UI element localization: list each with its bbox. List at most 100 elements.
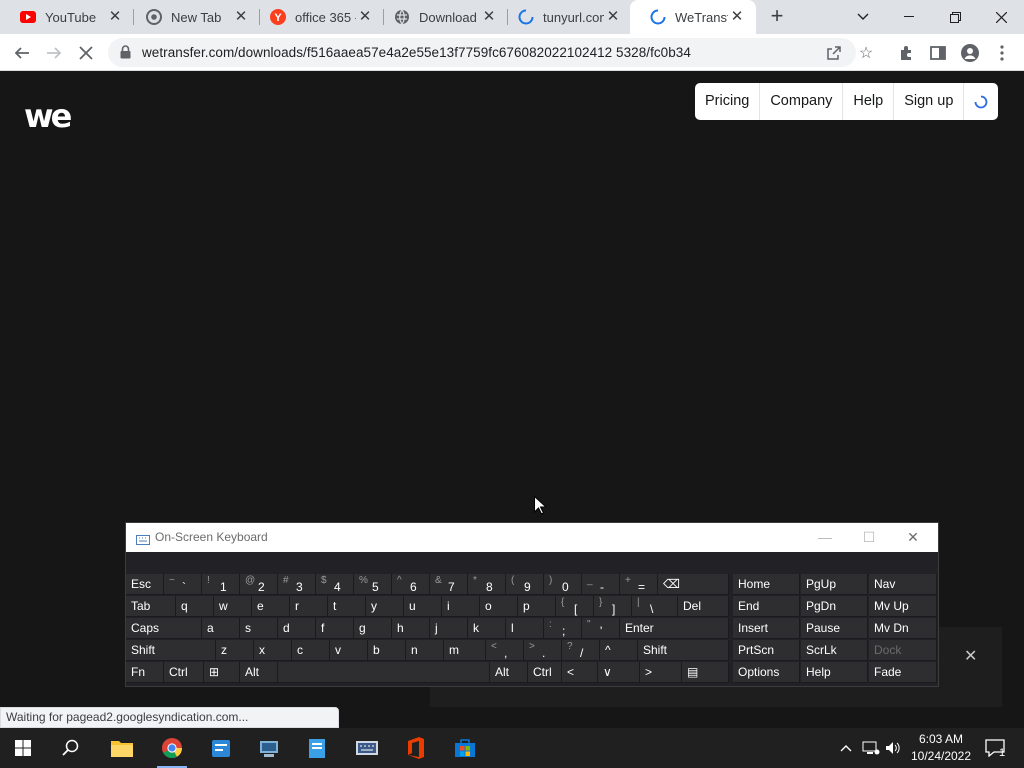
osk-key-7[interactable]: & 7 — [430, 574, 468, 595]
forward-button[interactable] — [41, 40, 67, 66]
osk-key-m[interactable]: m — [444, 640, 486, 661]
osk-key-8[interactable]: * 8 — [468, 574, 506, 595]
osk-close-icon[interactable]: ✕ — [898, 529, 928, 545]
nav-sign-up[interactable]: Sign up — [894, 83, 965, 120]
osk-key-d[interactable]: d — [278, 618, 316, 639]
start-icon[interactable] — [0, 728, 46, 768]
osk-key-dock[interactable]: Dock — [869, 640, 937, 661]
osk-key-mv-dn[interactable]: Mv Dn — [869, 618, 937, 639]
osk-key-q[interactable]: q — [176, 596, 214, 617]
osk-key-Alt[interactable]: Alt — [490, 662, 528, 683]
close-tab-icon[interactable]: ✕ — [106, 8, 124, 26]
tab-wetransfer[interactable]: WeTransfer ✕ — [630, 0, 756, 34]
tab-search-icon[interactable] — [840, 0, 886, 34]
osk-key-fade[interactable]: Fade — [869, 662, 937, 683]
osk-key-sym[interactable]: ~ ` — [164, 574, 202, 595]
osk-key-sym[interactable]: ⊞ — [204, 662, 240, 683]
stop-loading-button[interactable] — [73, 40, 99, 66]
osk-key-2[interactable]: @2 — [240, 574, 278, 595]
osk-key-6[interactable]: ^ 6 — [392, 574, 430, 595]
osk-key-space[interactable] — [278, 662, 490, 683]
system-clock[interactable]: 6:03 AM 10/24/2022 — [906, 731, 976, 765]
osk-key-l[interactable]: l — [506, 618, 544, 639]
close-tab-icon[interactable]: ✕ — [232, 8, 250, 26]
osk-key-end[interactable]: End — [733, 596, 800, 617]
osk-key-sym[interactable]: ∨ — [598, 662, 640, 683]
close-tab-icon[interactable]: ✕ — [356, 8, 374, 26]
osk-key-scrlk[interactable]: ScrLk — [801, 640, 868, 661]
osk-key-g[interactable]: g — [354, 618, 392, 639]
osk-key-c[interactable]: c — [292, 640, 330, 661]
osk-key-Esc[interactable]: Esc — [126, 574, 164, 595]
share-icon[interactable] — [824, 43, 844, 63]
osk-key-h[interactable]: h — [392, 618, 430, 639]
osk-key-r[interactable]: r — [290, 596, 328, 617]
extensions-icon[interactable] — [895, 42, 917, 64]
osk-key-u[interactable]: u — [404, 596, 442, 617]
osk-title-bar[interactable]: On-Screen Keyboard — ☐ ✕ — [126, 523, 938, 552]
tab-office-365[interactable]: Y office 365 - ✕ — [250, 0, 384, 34]
network-icon[interactable] — [860, 728, 882, 768]
osk-key-sym[interactable]: ^ — [600, 640, 638, 661]
osk-key-Ctrl[interactable]: Ctrl — [164, 662, 204, 683]
osk-key-sym[interactable]: ? / — [562, 640, 600, 661]
osk-key-a[interactable]: a — [202, 618, 240, 639]
file-explorer-icon[interactable] — [99, 728, 145, 768]
osk-key-mv-up[interactable]: Mv Up — [869, 596, 937, 617]
osk-key-sym[interactable]: :; — [544, 618, 582, 639]
osk-key-Shift[interactable]: Shift — [126, 640, 216, 661]
close-window-icon[interactable] — [978, 0, 1024, 34]
osk-key-o[interactable]: o — [480, 596, 518, 617]
network-app-icon[interactable] — [246, 728, 292, 768]
osk-key-options[interactable]: Options — [733, 662, 800, 683]
office-icon[interactable] — [393, 728, 439, 768]
show-hidden-icons-chevron-icon[interactable] — [836, 728, 856, 768]
osk-key-t[interactable]: t — [328, 596, 366, 617]
tab-youtube[interactable]: YouTube ✕ — [0, 0, 134, 34]
keyboard-app-icon[interactable] — [344, 728, 390, 768]
osk-key-pgdn[interactable]: PgDn — [801, 596, 868, 617]
nav-company[interactable]: Company — [760, 83, 844, 120]
new-tab-button[interactable]: + — [766, 5, 788, 28]
osk-key-Enter[interactable]: Enter — [620, 618, 729, 639]
osk-key-Tab[interactable]: Tab — [126, 596, 176, 617]
osk-key-Del[interactable]: Del — [678, 596, 729, 617]
osk-key-sym[interactable]: " ' — [582, 618, 620, 639]
osk-key-e[interactable]: e — [252, 596, 290, 617]
chrome-menu-icon[interactable] — [991, 42, 1013, 64]
osk-key-i[interactable]: i — [442, 596, 480, 617]
osk-key-1[interactable]: ! 1 — [202, 574, 240, 595]
app-icon[interactable] — [198, 728, 244, 768]
osk-key-Ctrl[interactable]: Ctrl — [528, 662, 562, 683]
osk-key-sym[interactable]: <, — [486, 640, 524, 661]
osk-key-k[interactable]: k — [468, 618, 506, 639]
osk-key-sym[interactable]: ⌫ — [658, 574, 729, 595]
notes-app-icon[interactable] — [294, 728, 340, 768]
back-button[interactable] — [9, 40, 35, 66]
osk-key-3[interactable]: #3 — [278, 574, 316, 595]
profile-avatar-icon[interactable] — [959, 42, 981, 64]
notifications-icon[interactable]: 1 — [980, 728, 1010, 768]
osk-key-sym[interactable]: | \ — [632, 596, 678, 617]
osk-key-Shift[interactable]: Shift — [638, 640, 729, 661]
osk-key-sym[interactable]: < — [562, 662, 598, 683]
tab-tunyurl[interactable]: tunyurl.com ✕ — [498, 0, 632, 34]
osk-key-9[interactable]: (9 — [506, 574, 544, 595]
osk-key-Alt[interactable]: Alt — [240, 662, 278, 683]
osk-key-x[interactable]: x — [254, 640, 292, 661]
nav-pricing[interactable]: Pricing — [695, 83, 761, 120]
osk-key-help[interactable]: Help — [801, 662, 868, 683]
close-tab-icon[interactable]: ✕ — [604, 8, 622, 26]
close-tab-icon[interactable]: ✕ — [480, 8, 498, 26]
wetransfer-logo[interactable]: we — [24, 97, 72, 135]
osk-key-prtscn[interactable]: PrtScn — [733, 640, 800, 661]
osk-key-y[interactable]: y — [366, 596, 404, 617]
osk-key-5[interactable]: % 5 — [354, 574, 392, 595]
address-bar[interactable]: wetransfer.com/downloads/f516aaea57e4a2e… — [108, 38, 873, 67]
osk-key-s[interactable]: s — [240, 618, 278, 639]
osk-key-z[interactable]: z — [216, 640, 254, 661]
bookmark-star-icon[interactable]: ☆ — [856, 43, 876, 63]
osk-key-Fn[interactable]: Fn — [126, 662, 164, 683]
osk-key-sym[interactable]: >. — [524, 640, 562, 661]
osk-key-w[interactable]: w — [214, 596, 252, 617]
